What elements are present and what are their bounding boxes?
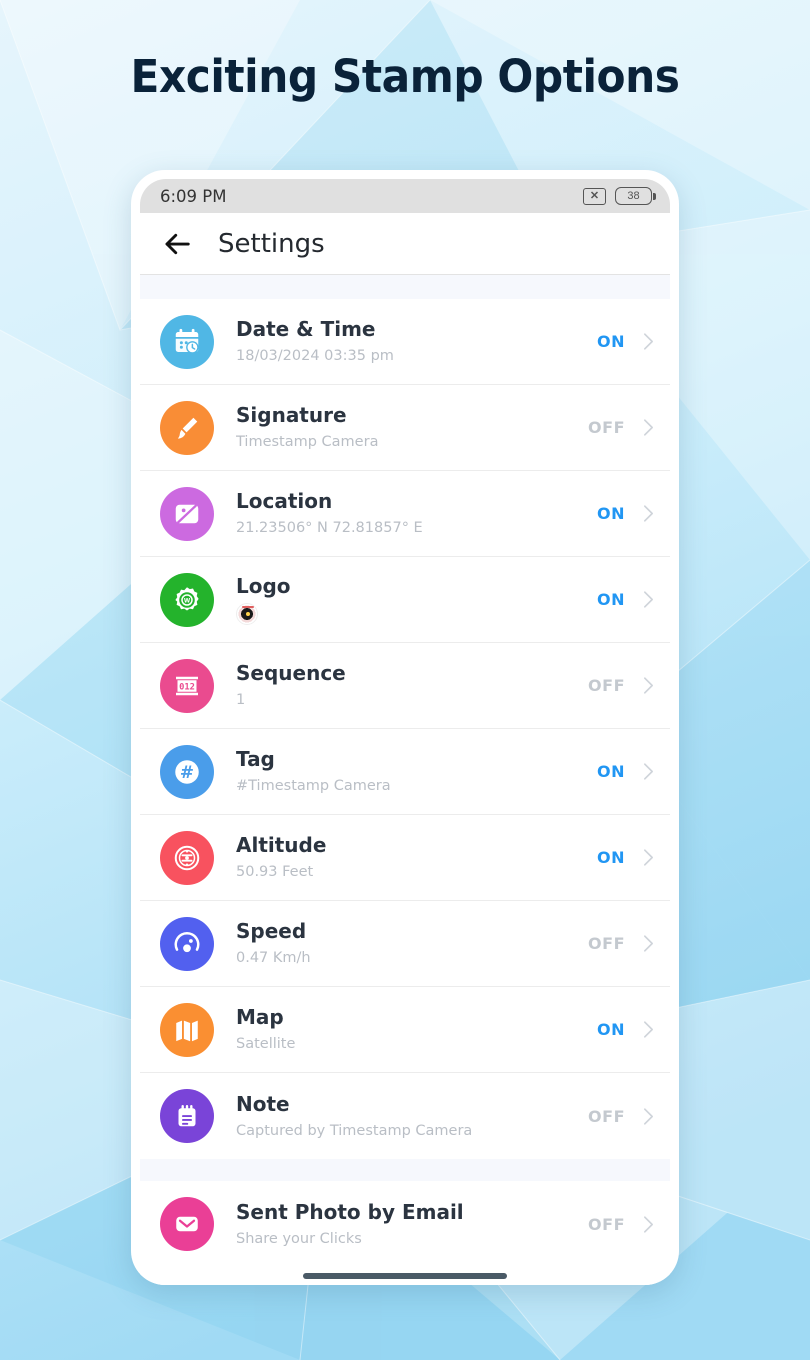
speedometer-icon [160, 916, 214, 971]
list-section-gap [140, 1159, 670, 1181]
status-badge[interactable]: ON [581, 504, 625, 523]
notepad-icon [160, 1089, 214, 1143]
list-item-subtitle: Share your Clicks [236, 1230, 362, 1247]
page-title: Exciting Stamp Options [130, 50, 680, 103]
envelope-icon [160, 1197, 214, 1251]
list-item-subtitle: 21.23506° N 72.81857° E [236, 520, 423, 537]
status-badge[interactable]: OFF [581, 676, 625, 695]
chevron-right-icon[interactable] [643, 1215, 654, 1234]
list-item-logo[interactable]: W Logo ON [140, 557, 670, 643]
status-badge[interactable]: ON [581, 332, 625, 351]
chevron-right-icon[interactable] [643, 676, 654, 695]
list-item-texts: Date & Time 18/03/2024 03:35 pm [236, 317, 581, 366]
list-item-subtitle: 18/03/2024 03:35 pm [236, 348, 394, 365]
list-item-location[interactable]: Location 21.23506° N 72.81857° E ON [140, 471, 670, 557]
svg-text:012: 012 [179, 682, 195, 692]
calendar-clock-icon [160, 314, 214, 369]
counter-012-icon: 012 [160, 658, 214, 713]
list-item-texts: Sequence 1 [236, 661, 581, 710]
status-badge[interactable]: ON [581, 848, 625, 867]
chevron-right-icon[interactable] [643, 1107, 654, 1126]
home-indicator [303, 1273, 507, 1279]
status-badge[interactable]: ON [581, 590, 625, 609]
list-item-sent-photo-by-email[interactable]: Sent Photo by Email Share your Clicks OF… [140, 1181, 670, 1267]
logo-thumbnail-preview [236, 603, 258, 625]
list-item-subtitle: Satellite [236, 1036, 296, 1053]
list-top-gap [140, 275, 670, 299]
status-badge[interactable]: OFF [581, 1107, 625, 1126]
altitude-gauge-icon [160, 830, 214, 885]
status-badge[interactable]: ON [581, 762, 625, 781]
list-item-title: Location [236, 489, 333, 514]
status-time: 6:09 PM [160, 186, 227, 206]
status-badge[interactable]: OFF [581, 1215, 625, 1234]
chevron-right-icon[interactable] [643, 590, 654, 609]
list-item-title: Logo [236, 574, 291, 598]
svg-text:W: W [184, 598, 191, 604]
status-icons: ✕ 38 [583, 187, 656, 205]
sim-off-glyph: ✕ [589, 189, 600, 202]
list-item-texts: Speed 0.47 Km/h [236, 919, 581, 968]
list-item-speed[interactable]: Speed 0.47 Km/h OFF [140, 901, 670, 987]
chevron-right-icon[interactable] [643, 504, 654, 523]
list-item-sequence[interactable]: 012 Sequence 1 OFF [140, 643, 670, 729]
chevron-right-icon[interactable] [643, 332, 654, 351]
phone-mockup: 6:09 PM ✕ 38 Settings Date & Time 18/03/… [131, 170, 679, 1285]
list-item-title: Date & Time [236, 317, 376, 342]
list-item-subtitle: Timestamp Camera [236, 434, 379, 451]
list-item-signature[interactable]: Signature Timestamp Camera OFF [140, 385, 670, 471]
list-item-altitude[interactable]: Altitude 50.93 Feet ON [140, 815, 670, 901]
battery-level: 38 [627, 190, 640, 202]
phone-screen: 6:09 PM ✕ 38 Settings Date & Time 18/03/… [140, 179, 670, 1285]
chevron-right-icon[interactable] [643, 762, 654, 781]
list-item-date-time[interactable]: Date & Time 18/03/2024 03:35 pm ON [140, 299, 670, 385]
list-item-tag[interactable]: # Tag #Timestamp Camera ON [140, 729, 670, 815]
app-bar-title: Settings [218, 228, 325, 259]
chevron-right-icon[interactable] [643, 848, 654, 867]
list-item-texts: Logo [236, 574, 581, 625]
chevron-right-icon[interactable] [643, 1020, 654, 1039]
list-item-texts: Signature Timestamp Camera [236, 403, 581, 452]
list-item-title: Speed [236, 919, 307, 944]
settings-list: Date & Time 18/03/2024 03:35 pm ON Signa… [140, 299, 670, 1267]
hashtag-icon: # [160, 744, 214, 799]
status-badge[interactable]: OFF [581, 418, 625, 437]
list-item-subtitle: 50.93 Feet [236, 864, 314, 881]
sim-off-icon: ✕ [583, 187, 606, 205]
list-item-subtitle: #Timestamp Camera [236, 778, 391, 795]
list-item-texts: Tag #Timestamp Camera [236, 747, 581, 796]
svg-text:#: # [180, 761, 194, 781]
list-item-title: Note [236, 1091, 290, 1116]
status-badge[interactable]: OFF [581, 934, 625, 953]
list-item-title: Sequence [236, 661, 346, 686]
list-item-title: Sent Photo by Email [236, 1199, 464, 1224]
list-item-subtitle: Captured by Timestamp Camera [236, 1122, 473, 1139]
back-arrow-icon[interactable] [162, 229, 192, 259]
chevron-right-icon[interactable] [643, 934, 654, 953]
folded-map-icon [160, 1002, 214, 1057]
signature-pen-icon [160, 400, 214, 455]
app-bar: Settings [140, 213, 670, 275]
list-item-subtitle: 1 [236, 692, 246, 709]
list-item-texts: Note Captured by Timestamp Camera [236, 1092, 581, 1141]
list-item-texts: Altitude 50.93 Feet [236, 833, 581, 882]
list-item-title: Tag [236, 747, 275, 772]
map-pin-icon [160, 486, 214, 541]
list-item-map[interactable]: Map Satellite ON [140, 987, 670, 1073]
list-item-note[interactable]: Note Captured by Timestamp Camera OFF [140, 1073, 670, 1159]
list-item-subtitle: 0.47 Km/h [236, 950, 311, 967]
status-bar: 6:09 PM ✕ 38 [140, 179, 670, 213]
list-item-title: Map [236, 1005, 284, 1030]
battery-icon: 38 [615, 187, 656, 205]
list-item-texts: Map Satellite [236, 1005, 581, 1054]
logo-badge-icon: W [160, 572, 214, 627]
list-item-texts: Sent Photo by Email Share your Clicks [236, 1200, 581, 1249]
status-badge[interactable]: ON [581, 1020, 625, 1039]
chevron-right-icon[interactable] [643, 418, 654, 437]
list-item-title: Altitude [236, 833, 327, 858]
list-item-texts: Location 21.23506° N 72.81857° E [236, 489, 581, 538]
list-item-title: Signature [236, 403, 347, 428]
